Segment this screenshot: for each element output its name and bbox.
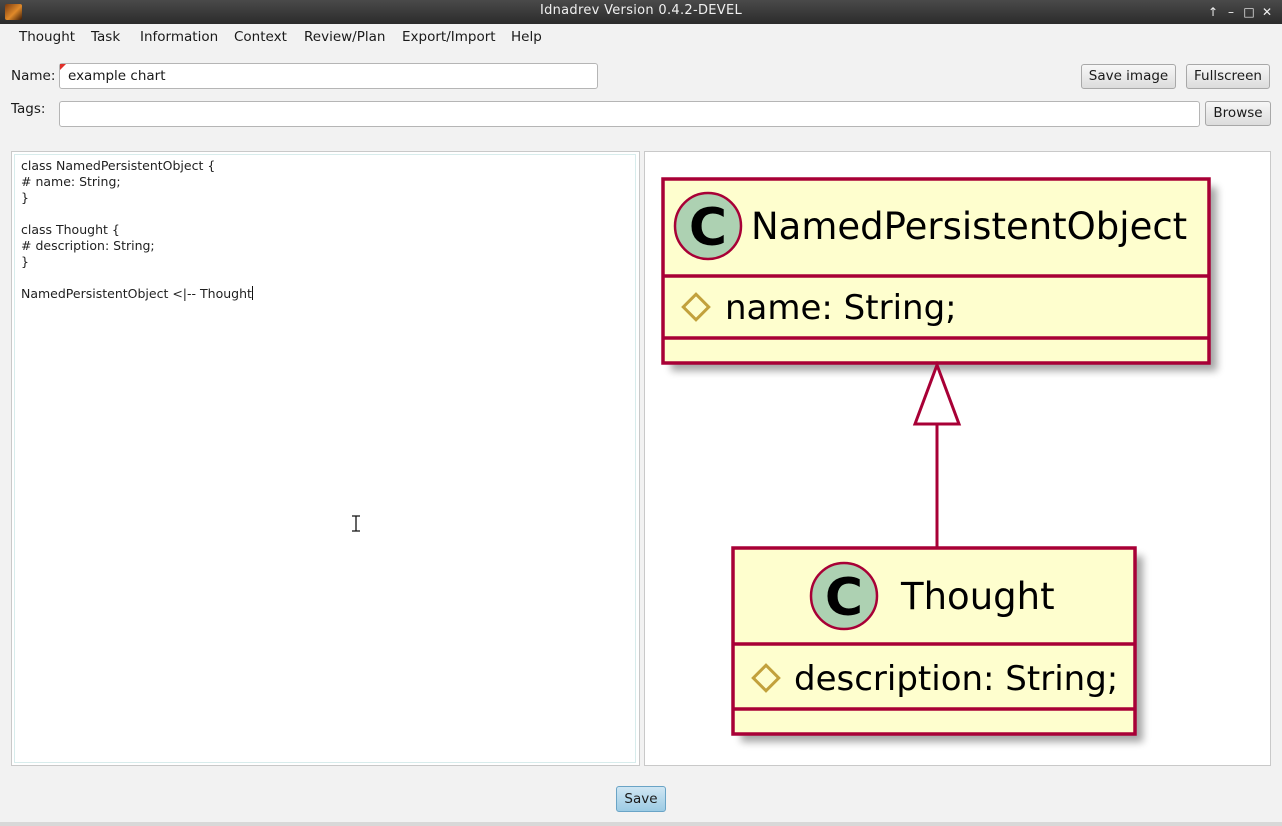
- code-line-cursor: NamedPersistentObject <|-- Thought: [21, 286, 253, 301]
- code-line: }: [21, 190, 29, 205]
- uml-diagram: C NamedPersistentObject name: String; C …: [661, 177, 1217, 742]
- title-bar: Idnadrev Version 0.4.2-DEVEL ↑ – □ ✕: [0, 0, 1282, 24]
- menu-bar: Thought Task Information Context Review/…: [0, 24, 1282, 50]
- tags-field[interactable]: [59, 101, 1200, 127]
- inheritance-arrowhead: [912, 360, 962, 426]
- code-line: NamedPersistentObject <|-- Thought: [21, 286, 252, 301]
- window-title: Idnadrev Version 0.4.2-DEVEL: [539, 3, 743, 18]
- required-marker: [60, 64, 66, 70]
- code-line: # name: String;: [21, 174, 121, 189]
- save-image-button[interactable]: Save image: [1081, 64, 1176, 89]
- fullscreen-button[interactable]: Fullscreen: [1186, 64, 1270, 89]
- class-name: NamedPersistentObject: [751, 205, 1187, 248]
- menu-help[interactable]: Help: [511, 29, 542, 45]
- code-line: class NamedPersistentObject {: [21, 158, 216, 173]
- code-line: # description: String;: [21, 238, 155, 253]
- menu-context[interactable]: Context: [234, 29, 287, 45]
- class-attribute: description: String;: [794, 659, 1118, 699]
- ibeam-cursor-icon: [352, 515, 360, 532]
- code-line: }: [21, 254, 29, 269]
- class-badge-letter: C: [825, 568, 863, 628]
- window-close-button[interactable]: ✕: [1258, 2, 1276, 22]
- class-box-namedpersistentobject: C NamedPersistentObject name: String;: [661, 177, 1217, 371]
- inheritance-arrow: [912, 360, 962, 547]
- save-button[interactable]: Save: [616, 786, 666, 812]
- name-label: Name:: [11, 68, 56, 84]
- diagram-view[interactable]: C NamedPersistentObject name: String; C …: [644, 151, 1271, 766]
- menu-export-import[interactable]: Export/Import: [402, 29, 496, 45]
- code-line: class Thought {: [21, 222, 120, 237]
- tags-label: Tags:: [11, 101, 46, 117]
- window-up-button[interactable]: ↑: [1204, 2, 1222, 22]
- menu-thought[interactable]: Thought: [19, 29, 75, 45]
- name-value: example chart: [68, 68, 166, 84]
- browse-button[interactable]: Browse: [1205, 101, 1271, 126]
- window-maximize-button[interactable]: □: [1240, 2, 1258, 22]
- text-caret: [251, 286, 253, 300]
- class-badge-letter: C: [689, 198, 727, 258]
- menu-review-plan[interactable]: Review/Plan: [304, 29, 385, 45]
- class-attribute: name: String;: [725, 288, 957, 328]
- class-name: Thought: [900, 575, 1055, 618]
- name-field[interactable]: example chart: [59, 63, 598, 89]
- bottom-edge: [0, 822, 1282, 826]
- menu-information[interactable]: Information: [140, 29, 218, 45]
- code-editor[interactable]: class NamedPersistentObject { # name: St…: [11, 151, 640, 766]
- window-minimize-button[interactable]: –: [1222, 2, 1240, 22]
- menu-task[interactable]: Task: [91, 29, 120, 45]
- class-box-thought: C Thought description: String;: [731, 546, 1143, 742]
